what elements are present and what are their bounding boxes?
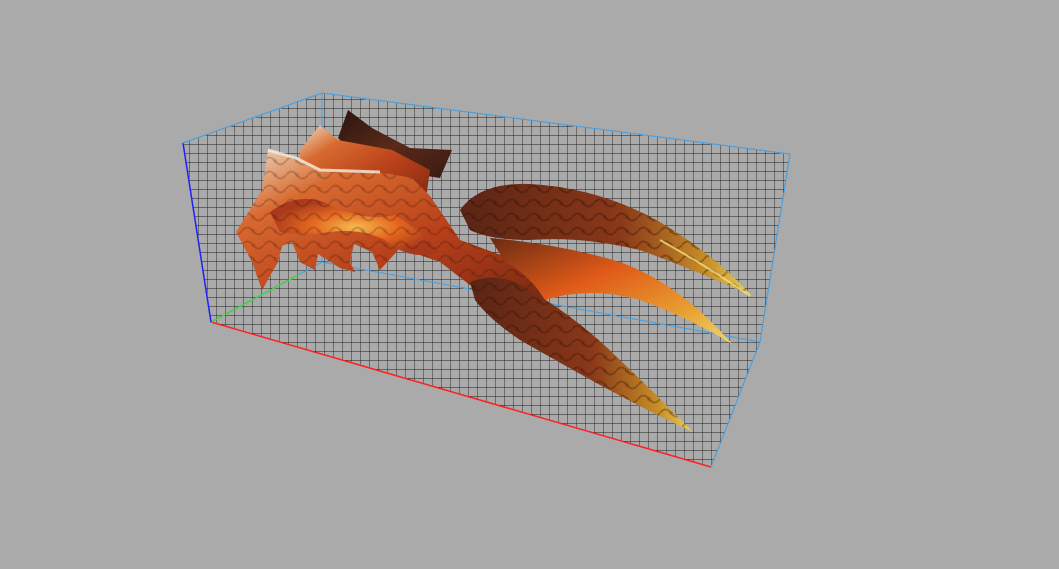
scene-canvas[interactable]: [0, 0, 1059, 569]
3d-viewport[interactable]: [0, 0, 1059, 569]
